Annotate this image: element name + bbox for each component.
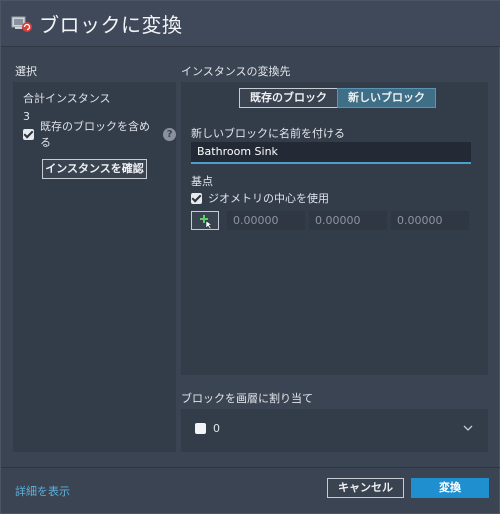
base-point-label: 基点 bbox=[191, 175, 213, 188]
total-instances-count: 3 bbox=[23, 110, 30, 123]
use-geometry-center-checkbox[interactable] bbox=[191, 192, 202, 204]
layer-selected-row: 0 bbox=[195, 422, 220, 435]
coord-x-input[interactable]: 0.00000 bbox=[227, 211, 305, 230]
convert-to-block-icon bbox=[11, 16, 32, 32]
tab-existing-block[interactable]: 既存のブロック bbox=[239, 88, 338, 108]
question-icon[interactable]: ? bbox=[163, 127, 176, 141]
input-focus-underline bbox=[191, 162, 471, 164]
coord-y-input[interactable]: 0.00000 bbox=[309, 211, 387, 230]
pick-point-button[interactable] bbox=[191, 211, 219, 230]
chevron-down-icon bbox=[463, 425, 473, 431]
coord-z-input[interactable]: 0.00000 bbox=[391, 211, 469, 230]
dialog-title: ブロックに変換 bbox=[39, 13, 183, 37]
layer-section-label: ブロックを画層に割り当て bbox=[181, 392, 313, 405]
total-instances-label: 合計インスタンス bbox=[23, 92, 111, 105]
use-geometry-center-label: ジオメトリの中心を使用 bbox=[208, 192, 329, 205]
use-geometry-center-row[interactable]: ジオメトリの中心を使用 bbox=[191, 190, 329, 206]
conversion-section-label: インスタンスの変換先 bbox=[181, 65, 291, 78]
new-block-name-label: 新しいブロックに名前を付ける bbox=[191, 127, 345, 140]
include-existing-blocks-checkbox[interactable] bbox=[23, 128, 34, 140]
cancel-button[interactable]: キャンセル bbox=[327, 478, 404, 498]
selection-section-label: 選択 bbox=[15, 65, 37, 78]
block-name-input[interactable]: Bathroom Sink bbox=[191, 142, 471, 162]
block-type-toggle: 既存のブロック 新しいブロック bbox=[239, 88, 436, 108]
selection-panel: 合計インスタンス 3 既存のブロックを含める ? インスタンスを確認 bbox=[13, 82, 176, 452]
title-bar: ブロックに変換 bbox=[1, 1, 500, 47]
convert-button[interactable]: 変換 bbox=[411, 478, 489, 498]
layer-color-swatch bbox=[195, 423, 206, 434]
convert-to-block-dialog: ブロックに変換 選択 合計インスタンス 3 既存のブロックを含める ? インスタ… bbox=[0, 0, 500, 514]
layer-dropdown[interactable]: 0 bbox=[181, 409, 488, 452]
layer-name: 0 bbox=[213, 422, 220, 435]
confirm-instances-button[interactable]: インスタンスを確認 bbox=[42, 159, 147, 179]
conversion-panel: 既存のブロック 新しいブロック 新しいブロックに名前を付ける Bathroom … bbox=[181, 82, 488, 375]
pick-point-icon bbox=[200, 215, 213, 230]
tab-new-block[interactable]: 新しいブロック bbox=[337, 88, 436, 108]
show-details-link[interactable]: 詳細を表示 bbox=[15, 483, 70, 499]
include-existing-blocks-label: 既存のブロックを含める bbox=[40, 120, 150, 149]
footer-divider bbox=[1, 467, 500, 468]
include-existing-blocks-row[interactable]: 既存のブロックを含める ? bbox=[23, 120, 176, 149]
